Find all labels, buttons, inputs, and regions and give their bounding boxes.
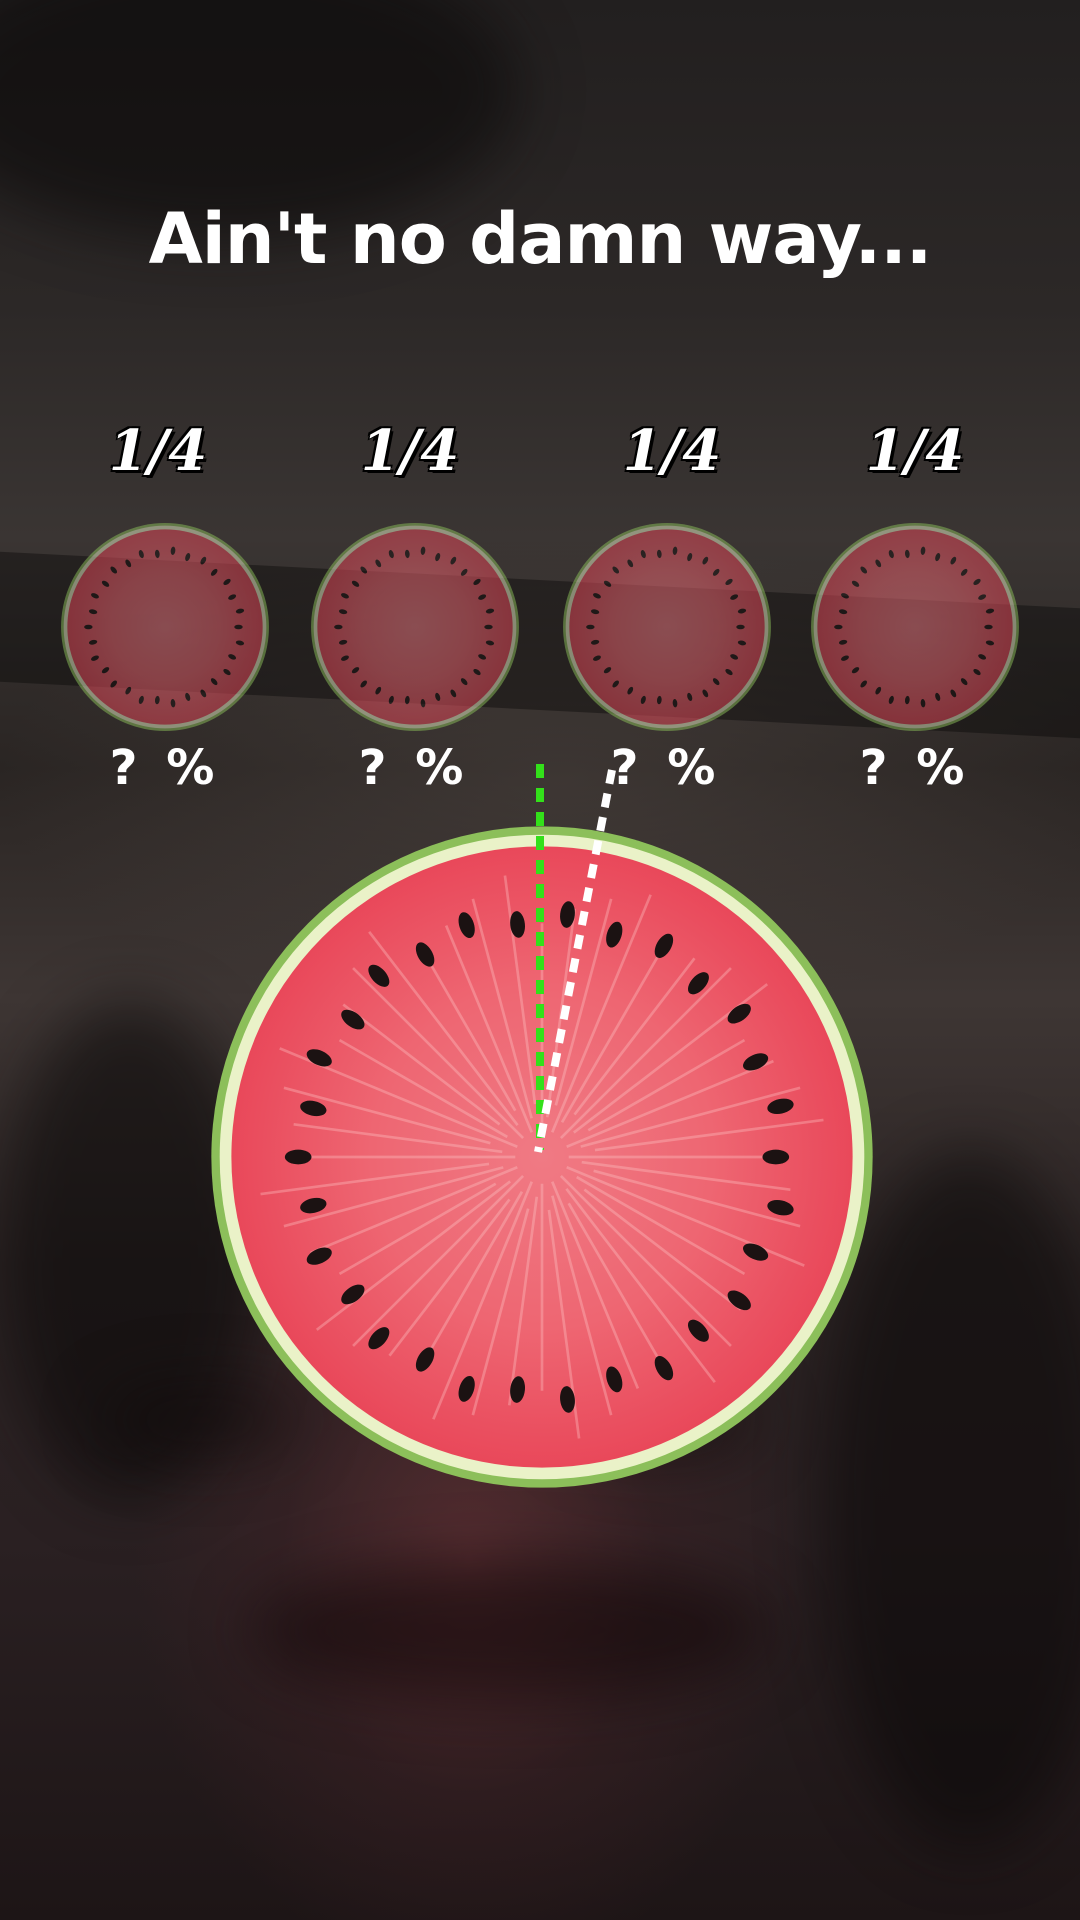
seed bbox=[334, 624, 343, 630]
portion-fraction-label: 1/4 bbox=[108, 418, 208, 484]
seed bbox=[586, 624, 595, 630]
flesh bbox=[569, 529, 765, 725]
portion-fraction-label: 1/4 bbox=[622, 418, 722, 484]
watermelon-slice-icon bbox=[563, 523, 771, 731]
portion-fraction-label: 1/4 bbox=[865, 418, 965, 484]
portion-percent-label: ? % bbox=[109, 740, 221, 796]
seed bbox=[984, 624, 993, 630]
seed bbox=[284, 1149, 312, 1165]
seed bbox=[834, 624, 843, 630]
seed bbox=[736, 624, 745, 630]
headline-caption: Ain't no damn way... bbox=[148, 198, 933, 280]
watermelon-board[interactable] bbox=[208, 823, 876, 1491]
portion-percent-label: ? % bbox=[859, 740, 971, 796]
background-mustache-shadow bbox=[250, 1560, 770, 1700]
watermelon-slice-icon bbox=[811, 523, 1019, 731]
watermelon-slice-icon bbox=[61, 523, 269, 731]
seed bbox=[84, 624, 93, 630]
seed bbox=[762, 1149, 790, 1165]
portion-percent-label: ? % bbox=[358, 740, 470, 796]
game-screen: Ain't no damn way... 1/4 1/4 1/4 1/4 ? %… bbox=[0, 0, 1080, 1920]
flesh bbox=[317, 529, 513, 725]
portion-percent-label: ? % bbox=[610, 740, 722, 796]
seed bbox=[234, 624, 243, 630]
portion-fraction-label: 1/4 bbox=[360, 418, 460, 484]
watermelon-slice-icon bbox=[311, 523, 519, 731]
flesh bbox=[67, 529, 263, 725]
flesh bbox=[817, 529, 1013, 725]
seed bbox=[484, 624, 493, 630]
